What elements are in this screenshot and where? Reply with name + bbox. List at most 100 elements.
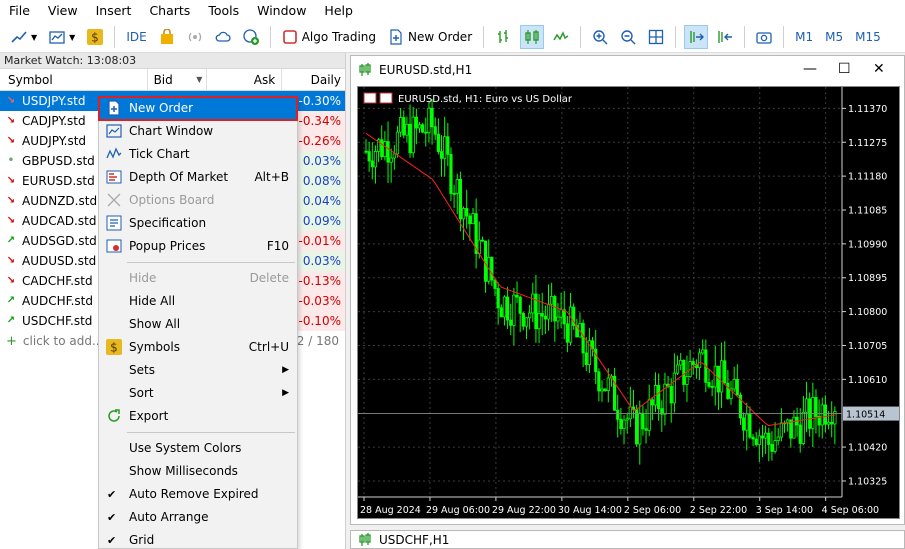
menu-item-label: Hide All <box>129 294 176 308</box>
toolbar-separator <box>483 26 485 48</box>
algo-trading-button[interactable]: Algo Trading <box>279 25 379 49</box>
menu-item-show-all[interactable]: Show All <box>99 313 297 336</box>
close-button[interactable]: ✕ <box>873 61 885 77</box>
chart-window-usdchf-title: USDCHF,H1 <box>379 532 450 547</box>
column-symbol[interactable]: Symbol <box>0 69 148 90</box>
candle-body <box>622 419 626 429</box>
line-chart-button[interactable] <box>550 25 572 49</box>
menu-item-new-order[interactable]: New Order <box>98 96 298 121</box>
price-tick-label: 1.11180 <box>848 172 887 183</box>
menu-item-hide-all[interactable]: Hide All <box>99 290 297 313</box>
zoom-in-button[interactable] <box>589 25 611 49</box>
menu-item-depth-of-market[interactable]: Depth Of Market Alt+B <box>99 166 297 189</box>
candle-body <box>723 360 727 384</box>
candle-body <box>820 404 824 426</box>
zoom-out-button[interactable] <box>617 25 639 49</box>
time-tick-label: 2 Sep 06:00 <box>624 505 681 516</box>
menu-item-chart-window[interactable]: Chart Window <box>99 120 297 143</box>
candle-body <box>657 384 661 410</box>
candle-body <box>421 124 425 133</box>
candle-body <box>471 213 475 225</box>
candle-body <box>490 257 494 281</box>
chart-shift-button[interactable] <box>714 25 736 49</box>
menu-insert[interactable]: Insert <box>87 0 141 22</box>
candle-body <box>383 141 387 158</box>
grid-icon <box>648 29 664 45</box>
signals-button[interactable] <box>184 25 206 49</box>
price-tick-label: 1.10610 <box>848 375 887 386</box>
menu-item-popup-prices[interactable]: Popup Prices F10 <box>99 235 297 258</box>
menu-item-symbols[interactable]: $ Symbols Ctrl+U <box>99 336 297 359</box>
menu-view[interactable]: View <box>39 0 87 22</box>
menu-item-tick-chart[interactable]: Tick Chart <box>99 143 297 166</box>
candle-body <box>616 409 620 420</box>
candle-body <box>823 404 828 425</box>
new-order-toolbar-button[interactable]: New Order <box>385 25 475 49</box>
symbol-name: EURUSD.std <box>22 174 95 188</box>
maximize-button[interactable]: ☐ <box>838 61 851 77</box>
candle-body <box>719 360 724 393</box>
column-daily-change[interactable]: Daily Ch... <box>282 69 345 109</box>
chart-candles-icon <box>379 92 393 104</box>
candle-body <box>458 178 462 220</box>
menu-item-show-milliseconds[interactable]: Show Milliseconds <box>99 460 297 483</box>
menu-item-shortcut: Delete <box>249 271 289 285</box>
line-studies-button[interactable]: ▼ <box>8 25 40 49</box>
menu-separator <box>127 262 295 263</box>
menu-item-sets[interactable]: Sets ▶ <box>99 359 297 382</box>
dropdown-arrow-icon: ▼ <box>69 32 76 42</box>
column-bid[interactable]: Bid ▼ <box>148 69 208 90</box>
ide-button[interactable]: IDE <box>123 25 149 49</box>
symbols-toolbar-button[interactable]: $ <box>84 25 106 49</box>
column-ask[interactable]: Ask <box>207 69 283 90</box>
market-button[interactable] <box>156 25 178 49</box>
candle-body <box>480 239 485 242</box>
menu-item-label: Chart Window <box>129 124 214 138</box>
candle-body <box>395 131 400 155</box>
toolbar-separator <box>675 26 677 48</box>
chart-window-usdchf[interactable]: USDCHF,H1 <box>350 530 905 549</box>
candle-body <box>512 294 516 326</box>
popup-prices-icon <box>106 238 122 254</box>
screenshot-button[interactable] <box>753 25 775 49</box>
symbol-name: AUDCAD.std <box>22 214 97 228</box>
community-button[interactable] <box>240 25 262 49</box>
add-symbol-input[interactable]: click to add... <box>23 334 104 348</box>
menu-file[interactable]: File <box>0 0 39 22</box>
symbol-name: CADJPY.std <box>22 114 86 128</box>
chart-window-icon <box>359 63 371 76</box>
menu-item-grid[interactable]: ✔ Grid <box>99 529 297 549</box>
line-chart-icon <box>553 31 569 41</box>
symbols-icon: $ <box>106 339 122 355</box>
autoscroll-button[interactable] <box>684 25 709 49</box>
menu-tools[interactable]: Tools <box>199 0 248 22</box>
menu-item-use-system-colors[interactable]: Use System Colors <box>99 437 297 460</box>
candle-body <box>754 438 758 445</box>
tile-windows-button[interactable] <box>645 25 667 49</box>
vps-button[interactable] <box>212 25 234 49</box>
menu-item-specification[interactable]: Specification <box>99 212 297 235</box>
symbol-name: AUDCHF.std <box>22 294 93 308</box>
checkmark-icon: ✔ <box>107 511 117 524</box>
candle-body <box>638 412 642 445</box>
menu-help[interactable]: Help <box>315 0 362 22</box>
timeframe-m15-button[interactable]: M15 <box>852 25 884 49</box>
options-board-icon <box>106 192 122 208</box>
candle-body <box>568 306 573 343</box>
timeframe-m1-button[interactable]: M1 <box>792 25 816 49</box>
price-tick-label: 1.10800 <box>848 307 887 318</box>
menu-charts[interactable]: Charts <box>140 0 199 22</box>
candlestick-chart-button[interactable] <box>520 25 545 49</box>
bar-chart-button[interactable] <box>492 25 514 49</box>
timeframe-m5-button[interactable]: M5 <box>822 25 846 49</box>
candle-body <box>597 371 601 392</box>
menu-item-auto-remove-expired[interactable]: ✔ Auto Remove Expired <box>99 483 297 506</box>
menu-item-export[interactable]: Export <box>99 405 297 428</box>
minimize-button[interactable]: — <box>803 61 817 77</box>
candle-body <box>767 432 771 445</box>
chart-templates-button[interactable]: ▼ <box>46 25 78 49</box>
menu-item-sort[interactable]: Sort ▶ <box>99 382 297 405</box>
menu-item-auto-arrange[interactable]: ✔ Auto Arrange <box>99 506 297 529</box>
menu-window[interactable]: Window <box>248 0 315 22</box>
chart-canvas[interactable]: 1.10514 1.11370 1.11275 1.11180 1.11085 1.109… <box>357 86 900 519</box>
